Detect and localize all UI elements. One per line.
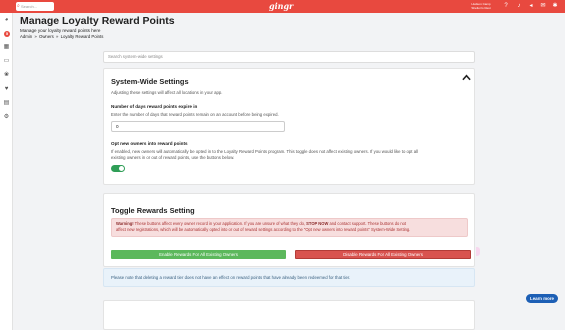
warning-line-2: affect new registrations, which will be … <box>116 226 411 232</box>
gear-icon[interactable]: ✱ <box>552 3 558 9</box>
info-text: Please note that deleting a reward tier … <box>111 275 351 280</box>
breadcrumb-separator: » <box>34 34 37 39</box>
id-card-icon[interactable]: ▭ <box>3 58 10 65</box>
sidebar: ◕ 5 ▦ ▭ ❀ ♥ ▤ ⚙ <box>0 13 13 330</box>
settings-icon[interactable]: ⚙ <box>3 114 10 121</box>
settings-search-input[interactable]: Search system-wide settings <box>103 51 475 63</box>
megaphone-icon[interactable]: ◂ <box>528 3 534 9</box>
warning-alert: Warning! These buttons affect every owne… <box>111 218 468 237</box>
expire-days-help: Enter the number of days that reward poi… <box>111 112 279 117</box>
warning-text: These buttons affect every owner record … <box>133 221 307 226</box>
learn-more-button[interactable]: Learn more <box>526 294 558 303</box>
system-settings-description: Adjusting these settings will affect all… <box>111 90 223 95</box>
expire-days-field[interactable]: 0 <box>111 121 285 132</box>
toggle-knob <box>119 166 124 171</box>
clipboard-icon[interactable]: ▤ <box>3 100 10 107</box>
breadcrumb-owners[interactable]: Owners <box>39 34 54 39</box>
enable-rewards-button[interactable]: Enable Rewards For All Existing Owners <box>111 250 286 259</box>
breadcrumb-current: Loyalty Reward Points <box>60 34 104 39</box>
heart-icon[interactable]: ♥ <box>3 86 10 93</box>
page-subtitle: Manage your loyalty reward points here <box>20 28 101 33</box>
alert-badge[interactable]: 5 <box>4 31 10 37</box>
optin-toggle[interactable] <box>111 165 125 172</box>
breadcrumb-separator: » <box>56 34 59 39</box>
side-tab[interactable] <box>476 247 480 256</box>
calendar-icon[interactable]: ▦ <box>3 44 10 51</box>
global-search-placeholder: Search... <box>21 4 38 9</box>
dashboard-icon[interactable]: ◕ <box>3 17 10 24</box>
reward-tiers-card <box>103 300 475 330</box>
warning-strong: Warning! <box>116 221 134 226</box>
optin-help-line2: existing owners in or out of reward poin… <box>111 155 235 160</box>
help-icon[interactable]: ? <box>503 3 509 9</box>
page-title: Manage Loyalty Reward Points <box>20 15 175 27</box>
user-menu[interactable]: Hudson Camp Shelton's Rest <box>467 2 495 10</box>
chat-icon[interactable]: ✉ <box>540 3 546 9</box>
info-alert: Please note that deleting a reward tier … <box>103 268 475 287</box>
toggle-rewards-title: Toggle Rewards Setting <box>111 206 195 215</box>
warning-text-2: and contact support. These buttons do no… <box>328 221 407 226</box>
system-settings-card: System-Wide Settings Adjusting these set… <box>103 68 475 185</box>
system-settings-title: System-Wide Settings <box>111 77 189 86</box>
global-search-input[interactable]: ⌕ Search... <box>16 2 54 11</box>
breadcrumb: Admin » Owners » Loyalty Reward Points <box>20 34 104 39</box>
toggle-rewards-card: Toggle Rewards Setting Warning! These bu… <box>103 193 475 267</box>
chevron-up-icon[interactable] <box>462 74 471 81</box>
paw-icon[interactable]: ❀ <box>3 72 10 79</box>
app-logo[interactable]: gingr <box>269 1 293 11</box>
expire-days-label: Number of days reward points expire in <box>111 104 198 109</box>
bell-icon[interactable]: ♪ <box>516 3 522 9</box>
optin-label: Opt new owners into reward points <box>111 141 188 146</box>
warning-stop: STOP NOW <box>306 221 329 226</box>
optin-help-line1: If enabled, new owners will automaticall… <box>111 149 418 154</box>
search-icon: ⌕ <box>17 3 20 9</box>
top-bar: ⌕ Search... gingr Hudson Camp Shelton's … <box>0 0 565 13</box>
user-location: Shelton's Rest <box>471 6 491 10</box>
breadcrumb-admin[interactable]: Admin <box>20 34 32 39</box>
disable-rewards-button[interactable]: Disable Rewards For All Existing Owners <box>295 250 471 259</box>
